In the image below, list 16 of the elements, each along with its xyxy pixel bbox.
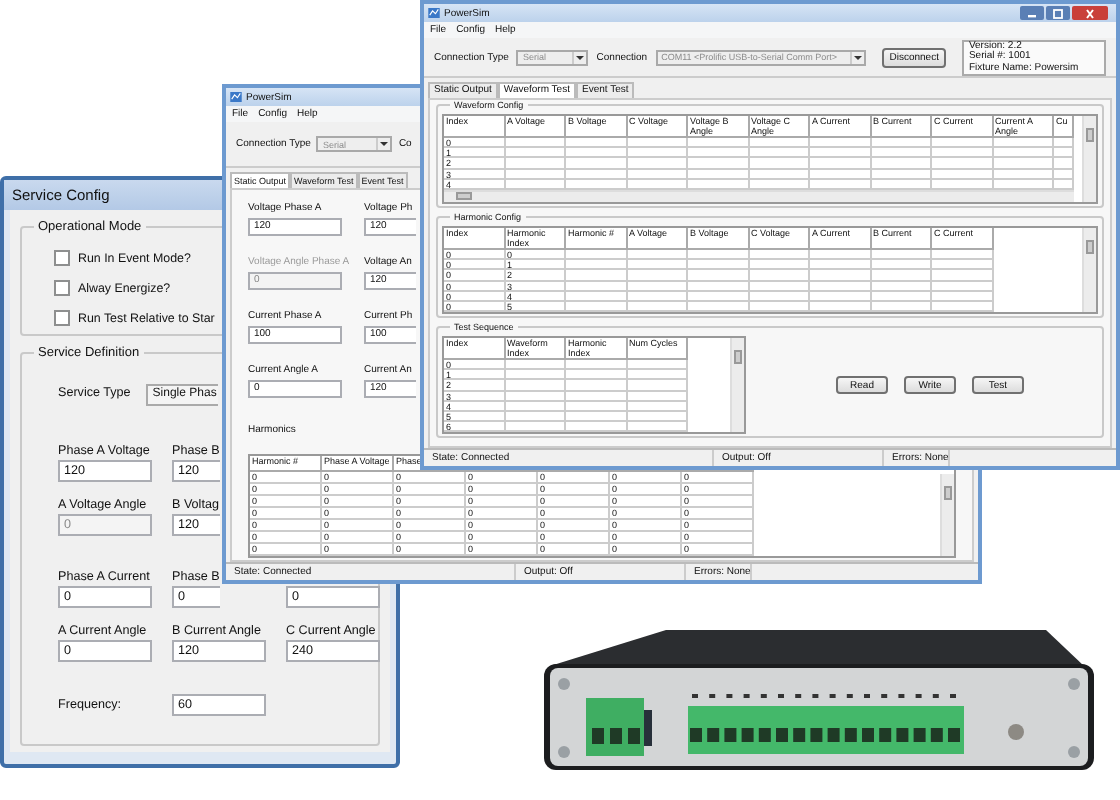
close-button[interactable] [1072, 6, 1108, 20]
caret-icon [849, 51, 864, 63]
caret-icon [376, 138, 391, 150]
scrollbar[interactable] [1082, 227, 1096, 313]
close-icon [1080, 7, 1100, 19]
caret-icon [572, 51, 587, 63]
minimize-button[interactable] [1020, 6, 1044, 20]
scrollbar[interactable] [730, 338, 744, 433]
scrollbar[interactable] [1082, 116, 1096, 202]
checkbox[interactable] [54, 280, 70, 296]
scrollbar[interactable] [940, 474, 954, 556]
app-icon [428, 8, 440, 18]
checkbox[interactable] [54, 310, 70, 326]
app-icon [230, 92, 242, 102]
checkbox[interactable] [54, 250, 70, 266]
maximize-button[interactable] [1046, 6, 1070, 20]
